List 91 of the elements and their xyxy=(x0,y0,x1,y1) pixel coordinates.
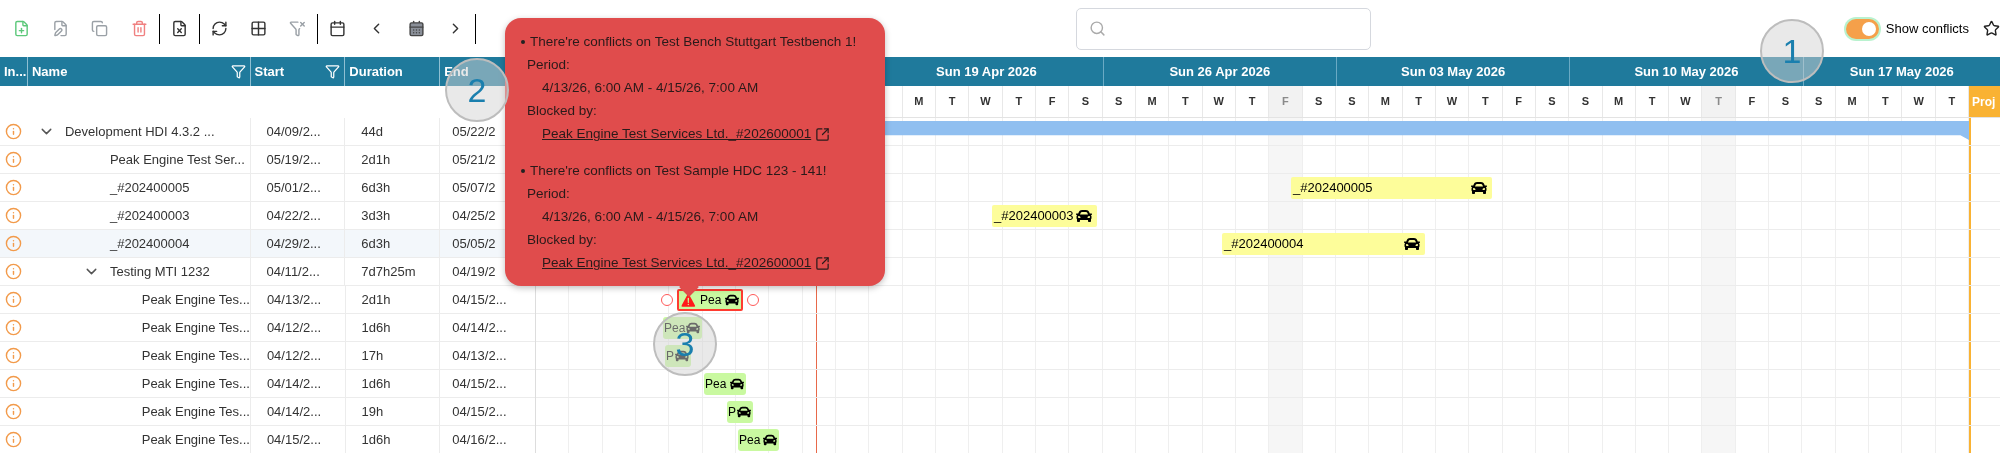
end-date: 04/14/2... xyxy=(452,318,507,337)
day-letter: T xyxy=(1948,94,1956,110)
start-date: 05/19/2... xyxy=(266,150,321,169)
conflict-title: There're conflicts on Test Sample HDC 123 - 141! xyxy=(530,161,827,180)
day-letter: W xyxy=(1213,94,1224,110)
task-bar[interactable]: Pea xyxy=(704,373,746,395)
column-header[interactable]: Start xyxy=(250,57,346,86)
day-letter: F xyxy=(1282,94,1289,110)
day-letter: T xyxy=(1182,94,1189,110)
task-bar[interactable]: Pea xyxy=(738,429,779,451)
day-letter: S xyxy=(1315,94,1323,110)
end-date: 05/05/2 xyxy=(452,234,496,253)
booking-link[interactable]: Peak Engine Test Services Ltd._#202600001 xyxy=(542,124,812,145)
duration: 19h xyxy=(361,402,384,421)
day-letter: S xyxy=(1581,94,1589,110)
start-date: 04/12/2... xyxy=(266,346,322,365)
end-date: 04/13/2... xyxy=(452,346,507,365)
day-letter: T xyxy=(1881,94,1889,110)
day-letter: T xyxy=(1248,94,1256,110)
end-date: 04/15/2... xyxy=(452,402,507,421)
day-letter: T xyxy=(1715,94,1722,110)
day-letter: M xyxy=(1147,94,1157,110)
start-date: 04/14/2... xyxy=(266,402,322,421)
conflict-bar[interactable]: Pea xyxy=(677,289,744,311)
day-letter: T xyxy=(1482,94,1489,110)
period-label: Period: xyxy=(527,185,570,204)
start-date: 04/14/2... xyxy=(266,374,322,393)
day-letter: T xyxy=(1015,94,1023,110)
day-letter: S xyxy=(1348,94,1356,110)
blocked-label: Blocked by: xyxy=(527,231,597,250)
duration: 7d7h25m xyxy=(361,262,416,281)
day-letter: F xyxy=(1748,94,1756,110)
duration: 2d1h xyxy=(361,290,391,309)
start-date: 04/15/2... xyxy=(266,430,322,449)
start-date: 04/09/2... xyxy=(266,122,321,141)
end-date: 05/22/2 xyxy=(452,122,496,141)
end-date: 04/15/2... xyxy=(452,290,507,309)
day-letter: W xyxy=(980,94,991,110)
day-letter: W xyxy=(1913,94,1924,110)
booking-bar[interactable]: _#202400005 xyxy=(1291,177,1492,199)
day-letter: W xyxy=(1680,94,1691,110)
duration: 1d6h xyxy=(361,318,391,337)
column-header[interactable]: Duration xyxy=(345,57,441,86)
day-letter: S xyxy=(1081,94,1090,110)
day-letter: M xyxy=(1847,94,1857,110)
start-date: 04/22/2... xyxy=(266,206,321,225)
booking-bar[interactable]: _#202400003 xyxy=(992,205,1097,227)
start-date: 05/01/2... xyxy=(266,178,321,197)
duration: 2d1h xyxy=(361,150,391,169)
week-header: Sun 03 May 2026 xyxy=(1335,57,1570,86)
task-bar[interactable]: P xyxy=(727,401,753,423)
duration: 1d6h xyxy=(361,430,391,449)
period-text: 4/13/26, 6:00 AM - 4/15/26, 7:00 AM xyxy=(542,79,759,98)
day-letter: S xyxy=(1781,94,1789,110)
duration: 44d xyxy=(361,122,384,141)
conflict-title: There're conflicts on Test Bench Stuttgart Testbench 1! xyxy=(530,32,857,51)
day-letter: F xyxy=(1515,94,1523,110)
day-letter: F xyxy=(1048,94,1056,110)
duration: 3d3h xyxy=(361,206,391,225)
column-header[interactable]: Name xyxy=(27,57,251,86)
end-date: 05/07/2 xyxy=(452,178,496,197)
duration: 6d3h xyxy=(361,234,391,253)
end-date: 04/16/2... xyxy=(452,430,507,449)
start-date: 04/12/2... xyxy=(266,318,322,337)
end-date: 05/21/2 xyxy=(452,150,496,169)
end-date: 04/25/2 xyxy=(452,206,496,225)
day-letter: T xyxy=(948,94,956,110)
duration: 6d3h xyxy=(361,178,391,197)
booking-bar[interactable]: _#202400004 xyxy=(1222,233,1425,255)
day-letter: T xyxy=(1415,94,1423,110)
end-date: 04/19/2 xyxy=(452,262,496,281)
booking-link[interactable]: Peak Engine Test Services Ltd._#202600001 xyxy=(542,253,812,274)
end-date: 04/15/2... xyxy=(452,374,507,393)
day-letter: T xyxy=(1648,94,1656,110)
start-date: 04/11/2... xyxy=(266,262,320,281)
duration: 1d6h xyxy=(361,374,391,393)
day-letter: M xyxy=(1380,94,1390,110)
start-date: 04/13/2... xyxy=(266,290,322,309)
day-letter: M xyxy=(914,94,924,110)
toggle-label: Show conflicts xyxy=(1885,19,1969,38)
blocked-label: Blocked by: xyxy=(527,102,597,121)
day-letter: W xyxy=(1446,94,1458,110)
day-letter: M xyxy=(1614,94,1624,110)
period-text: 4/13/26, 6:00 AM - 4/15/26, 7:00 AM xyxy=(542,208,759,227)
project-end-marker: Proj xyxy=(1969,86,2000,117)
day-letter: S xyxy=(1548,94,1556,110)
day-letter: S xyxy=(1814,94,1823,110)
duration: 17h xyxy=(361,346,384,365)
day-letter: S xyxy=(1115,94,1123,110)
start-date: 04/29/2... xyxy=(266,234,321,253)
column-header[interactable]: In... xyxy=(0,57,28,86)
